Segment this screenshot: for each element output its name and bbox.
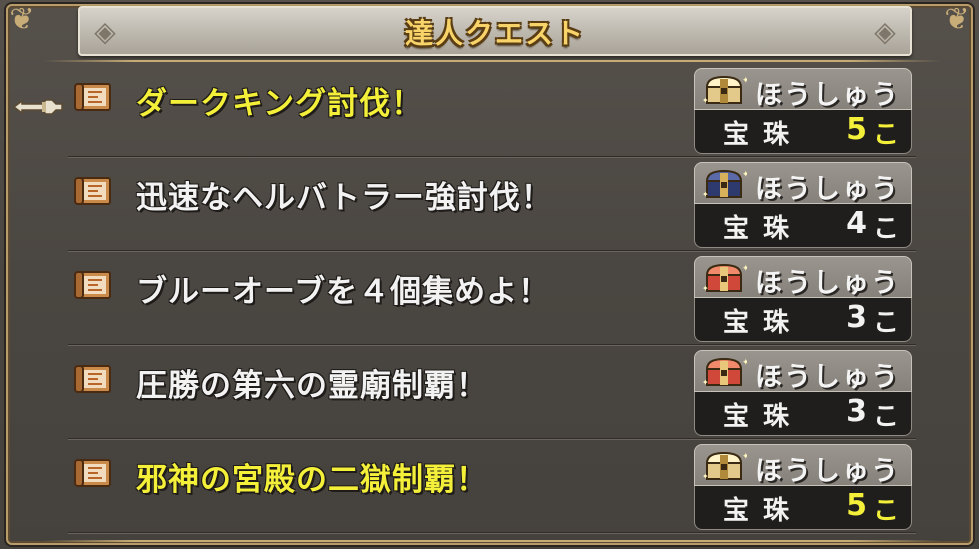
reward-header: ✦ ✦ ほうしゅう bbox=[694, 162, 912, 205]
svg-text:✦: ✦ bbox=[742, 452, 747, 462]
scroll-icon bbox=[74, 83, 111, 111]
reward-label: ほうしゅう bbox=[755, 268, 900, 299]
reward-panel: ✦ ✦ ほうしゅう 宝珠 3 こ bbox=[694, 256, 912, 342]
svg-text:✦: ✦ bbox=[742, 170, 747, 180]
quest-row[interactable]: ダークキング討伐！ ✦ ✦ ほうしゅう 宝珠 5 こ bbox=[68, 66, 916, 158]
diamond-ornament-icon: ◈ bbox=[874, 15, 896, 48]
reward-header: ✦ ✦ ほうしゅう bbox=[694, 256, 912, 299]
scroll-icon bbox=[74, 459, 111, 487]
quest-window: ❦ ❦ ◈ 達人クエスト ◈ ダークキング討伐！ ✦ ✦ ほうしゅう 宝珠 5 … bbox=[0, 0, 979, 549]
quest-row[interactable]: 邪神の宮殿の二獄制覇！ ✦ ✦ ほうしゅう 宝珠 5 こ bbox=[68, 442, 916, 534]
quest-row[interactable]: ブルーオーブを４個集めよ！ ✦ ✦ ほうしゅう 宝珠 3 こ bbox=[68, 254, 916, 346]
svg-text:✦: ✦ bbox=[702, 284, 709, 293]
reward-unit: こ bbox=[872, 308, 899, 338]
row-divider bbox=[68, 532, 916, 534]
reward-detail: 宝珠 4 こ bbox=[694, 204, 912, 248]
reward-unit: こ bbox=[872, 402, 899, 432]
row-divider bbox=[68, 344, 916, 346]
reward-header: ✦ ✦ ほうしゅう bbox=[694, 68, 912, 111]
reward-panel: ✦ ✦ ほうしゅう 宝珠 5 こ bbox=[694, 68, 912, 154]
reward-panel: ✦ ✦ ほうしゅう 宝珠 5 こ bbox=[694, 444, 912, 530]
row-divider bbox=[68, 438, 916, 440]
reward-label: ほうしゅう bbox=[755, 80, 900, 111]
red-chest-icon: ✦ ✦ bbox=[702, 357, 747, 387]
red-chest-icon: ✦ ✦ bbox=[702, 263, 747, 293]
row-divider bbox=[68, 250, 916, 252]
reward-panel: ✦ ✦ ほうしゅう 宝珠 4 こ bbox=[694, 162, 912, 248]
divider bbox=[44, 540, 940, 542]
reward-item: 宝珠 bbox=[723, 120, 804, 150]
scroll-icon bbox=[74, 365, 111, 393]
reward-header: ✦ ✦ ほうしゅう bbox=[694, 444, 912, 487]
svg-text:✦: ✦ bbox=[702, 190, 709, 199]
reward-unit: こ bbox=[872, 214, 899, 244]
pointer-hand-cursor-icon bbox=[12, 99, 63, 115]
window-title: 達人クエスト bbox=[404, 17, 585, 50]
reward-header: ✦ ✦ ほうしゅう bbox=[694, 350, 912, 393]
reward-detail: 宝珠 5 こ bbox=[694, 486, 912, 530]
reward-detail: 宝珠 5 こ bbox=[694, 110, 912, 154]
ornament-icon: ❦ bbox=[9, 2, 35, 37]
reward-label: ほうしゅう bbox=[755, 362, 900, 393]
reward-item: 宝珠 bbox=[723, 214, 804, 244]
reward-item: 宝珠 bbox=[723, 308, 804, 338]
reward-detail: 宝珠 3 こ bbox=[694, 392, 912, 436]
gold-chest-icon: ✦ ✦ bbox=[702, 451, 747, 481]
svg-text:✦: ✦ bbox=[742, 76, 747, 86]
reward-label: ほうしゅう bbox=[755, 174, 900, 205]
reward-detail: 宝珠 3 こ bbox=[694, 298, 912, 342]
row-divider bbox=[68, 156, 916, 158]
blue-chest-icon: ✦ ✦ bbox=[702, 169, 747, 199]
reward-count: 3 bbox=[846, 300, 867, 335]
divider bbox=[44, 60, 940, 62]
quest-name: ブルーオーブを４個集めよ！ bbox=[136, 274, 551, 310]
svg-text:✦: ✦ bbox=[702, 96, 709, 105]
quest-row[interactable]: 迅速なヘルバトラー強討伐！ ✦ ✦ ほうしゅう 宝珠 4 こ bbox=[68, 160, 916, 252]
quest-name: 邪神の宮殿の二獄制覇！ bbox=[136, 462, 488, 498]
quest-name: 迅速なヘルバトラー強討伐！ bbox=[136, 180, 553, 216]
svg-text:✦: ✦ bbox=[742, 358, 747, 368]
ornament-icon: ❦ bbox=[944, 2, 970, 37]
svg-text:✦: ✦ bbox=[702, 472, 709, 481]
scroll-icon bbox=[74, 271, 111, 299]
quest-name: 圧勝の第六の霊廟制覇！ bbox=[136, 368, 488, 404]
reward-count: 3 bbox=[846, 394, 867, 429]
reward-count: 4 bbox=[846, 206, 867, 241]
reward-label: ほうしゅう bbox=[755, 456, 900, 487]
reward-item: 宝珠 bbox=[723, 496, 804, 526]
quest-name: ダークキング討伐！ bbox=[136, 86, 424, 122]
reward-count: 5 bbox=[846, 112, 867, 147]
reward-panel: ✦ ✦ ほうしゅう 宝珠 3 こ bbox=[694, 350, 912, 436]
reward-item: 宝珠 bbox=[723, 402, 804, 432]
svg-text:✦: ✦ bbox=[702, 378, 709, 387]
title-banner: ◈ 達人クエスト ◈ bbox=[78, 6, 912, 56]
scroll-icon bbox=[74, 177, 111, 205]
quest-row[interactable]: 圧勝の第六の霊廟制覇！ ✦ ✦ ほうしゅう 宝珠 3 こ bbox=[68, 348, 916, 440]
gold-chest-icon: ✦ ✦ bbox=[702, 75, 747, 105]
reward-unit: こ bbox=[872, 496, 899, 526]
svg-text:✦: ✦ bbox=[742, 264, 747, 274]
reward-unit: こ bbox=[872, 120, 899, 150]
reward-count: 5 bbox=[846, 488, 867, 523]
